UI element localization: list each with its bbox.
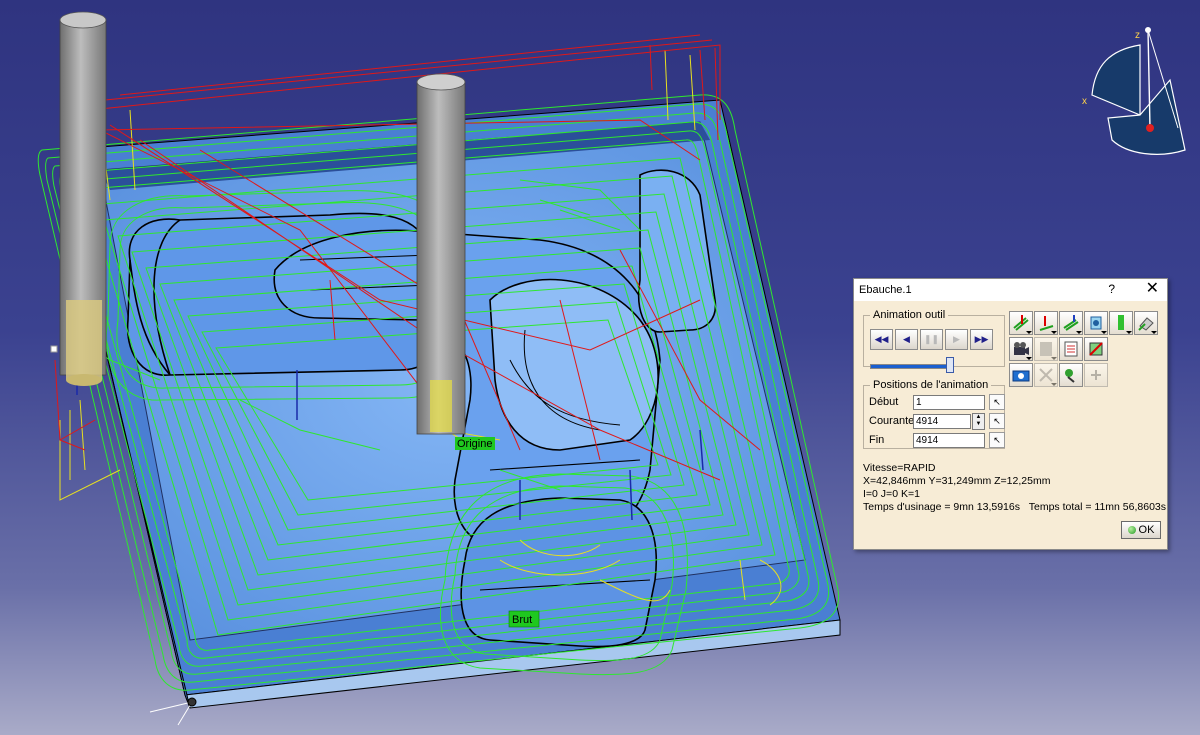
tool-axis-display-icon[interactable]: [1059, 311, 1083, 335]
courante-pick-icon[interactable]: ↖: [989, 413, 1005, 429]
debut-label: Début: [869, 396, 899, 408]
rewind-button[interactable]: ◀◀: [870, 329, 893, 350]
dialog-title: Ebauche.1: [859, 284, 912, 296]
material-removal-icon[interactable]: [1084, 311, 1108, 335]
animation-slider-fill: [871, 365, 947, 368]
tool-display-icon[interactable]: [1109, 311, 1133, 335]
path-analysis-icon[interactable]: [1084, 337, 1108, 361]
pause-button[interactable]: ❚❚: [920, 329, 943, 350]
fin-label: Fin: [869, 434, 885, 446]
fin-row: Fin ↖: [869, 432, 1005, 448]
machining-time-text: Temps d'usinage = 9mn 13,5916s: [863, 501, 1020, 513]
help-button[interactable]: ?: [1108, 282, 1115, 296]
simulation-info: Vitesse=RAPID X=42,846mm Y=31,249mm Z=12…: [863, 462, 1166, 514]
courante-spinner[interactable]: ▲ ▼: [972, 412, 985, 430]
tool-left: [59, 11, 107, 386]
ebauche-dialog: Ebauche.1 ? ✕ Animation outil ◀◀ ◀ ❚❚ ▶ …: [853, 278, 1168, 550]
vitesse-text: Vitesse=RAPID: [863, 462, 936, 474]
time-row: Temps d'usinage = 9mn 13,5916s Temps tot…: [863, 501, 1166, 514]
collision-check-icon[interactable]: [1059, 363, 1083, 387]
brut-label: Brut: [512, 614, 532, 626]
courante-input[interactable]: [913, 413, 971, 429]
animation-slider-thumb[interactable]: [946, 357, 954, 373]
total-time-text: Temps total = 11mn 56,8603s: [1028, 501, 1167, 513]
clear-icon[interactable]: [1084, 363, 1108, 387]
eraser-icon[interactable]: [1134, 311, 1158, 335]
ok-label: OK: [1138, 524, 1155, 536]
debut-input[interactable]: [913, 394, 985, 410]
axis-triad: [149, 697, 197, 726]
path-report-icon[interactable]: [1059, 337, 1083, 361]
debut-pick-icon[interactable]: ↖: [989, 394, 1005, 410]
coordinates-text: X=42,846mm Y=31,249mm Z=12,25mm: [863, 475, 1051, 487]
animation-group-legend: Animation outil: [873, 309, 946, 321]
step-back-button[interactable]: ◀: [895, 329, 918, 350]
tool-path-display-icon[interactable]: [1009, 311, 1033, 335]
fin-input[interactable]: [913, 432, 985, 448]
compass-z-label: z: [1135, 30, 1140, 41]
positions-group-legend: Positions de l'animation: [873, 379, 989, 391]
save-film-icon[interactable]: [1034, 337, 1058, 361]
compass-x-label: x: [1082, 96, 1087, 107]
dialog-title-bar[interactable]: Ebauche.1 ? ✕: [854, 279, 1167, 301]
fin-pick-icon[interactable]: ↖: [989, 432, 1005, 448]
origin-label: Origine: [457, 438, 492, 450]
point-display-icon[interactable]: [1034, 311, 1058, 335]
video-camera-icon[interactable]: [1009, 337, 1033, 361]
animation-tool-group: Animation outil ◀◀ ◀ ❚❚ ▶ ▶▶: [863, 309, 1005, 373]
courante-row: Courante ▲▼ ↖: [869, 412, 1005, 430]
courante-label: Courante: [869, 415, 915, 427]
cutter-photo-icon[interactable]: [1034, 363, 1058, 387]
brut-label-group[interactable]: Brut: [508, 610, 540, 628]
animation-positions-group: Positions de l'animation Début ↖ Courant…: [863, 379, 1005, 449]
step-forward-button[interactable]: ▶: [945, 329, 968, 350]
fast-forward-button[interactable]: ▶▶: [970, 329, 993, 350]
ijk-text: I=0 J=0 K=1: [863, 488, 920, 500]
ok-button[interactable]: OK: [1121, 521, 1161, 539]
close-button[interactable]: ✕: [1146, 280, 1159, 298]
compass-widget[interactable]: z x: [1082, 27, 1186, 155]
point-marker[interactable]: [50, 345, 58, 353]
ok-status-icon: [1127, 526, 1136, 534]
debut-row: Début ↖: [869, 394, 1005, 410]
photo-camera-icon[interactable]: [1009, 363, 1033, 387]
animation-slider-track[interactable]: [870, 364, 948, 369]
